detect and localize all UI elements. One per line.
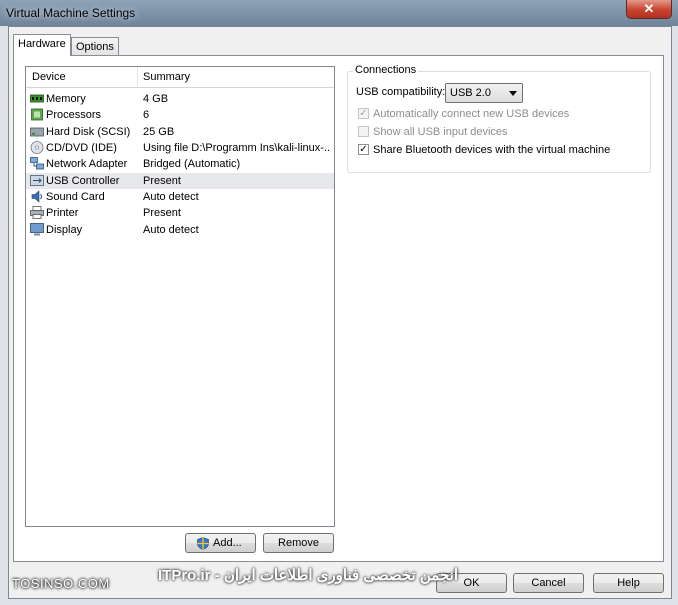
watermark-itpro: ITPro.ir - انجمن تخصصی فناوری اطلاعات ای… bbox=[158, 567, 458, 584]
usb-compatibility-value: USB 2.0 bbox=[450, 87, 491, 99]
add-device-button[interactable]: Add... bbox=[185, 533, 256, 553]
device-name: Memory bbox=[46, 93, 86, 105]
dropdown-arrow-icon bbox=[509, 91, 517, 96]
usb-compatibility-select[interactable]: USB 2.0 bbox=[445, 83, 523, 103]
network-adapter-icon bbox=[30, 157, 44, 170]
checkbox-box bbox=[358, 126, 369, 137]
shield-icon bbox=[197, 537, 209, 550]
connections-group-label: Connections bbox=[353, 64, 419, 76]
device-name: Network Adapter bbox=[46, 158, 128, 170]
device-name: USB Controller bbox=[46, 175, 120, 187]
usb-controller-icon bbox=[30, 175, 44, 186]
title-bar: Virtual Machine Settings ✕ bbox=[0, 0, 678, 26]
device-row-printer[interactable]: Printer Present bbox=[26, 205, 334, 221]
device-name: Printer bbox=[46, 207, 79, 219]
column-divider[interactable] bbox=[137, 67, 138, 87]
add-button-label: Add... bbox=[213, 537, 242, 549]
memory-icon bbox=[30, 94, 44, 103]
sound-card-icon bbox=[31, 190, 42, 203]
device-name: Sound Card bbox=[46, 191, 105, 203]
help-button[interactable]: Help bbox=[593, 573, 664, 593]
printer-icon bbox=[30, 206, 44, 219]
close-button[interactable]: ✕ bbox=[626, 0, 672, 19]
list-header: Device Summary bbox=[26, 67, 334, 88]
cd-dvd-icon bbox=[30, 141, 44, 154]
device-row-cd-dvd[interactable]: CD/DVD (IDE) Using file D:\Programm Ins\… bbox=[26, 140, 334, 156]
usb-compatibility-label: USB compatibility: bbox=[356, 86, 446, 98]
device-list[interactable]: Device Summary Memory 4 GB Processors 6 bbox=[25, 66, 335, 527]
window-title: Virtual Machine Settings bbox=[6, 6, 136, 20]
device-summary: 4 GB bbox=[143, 93, 169, 105]
device-row-usb-controller[interactable]: USB Controller Present bbox=[26, 173, 334, 189]
device-name: Processors bbox=[46, 109, 102, 121]
tab-hardware[interactable]: Hardware bbox=[13, 34, 71, 56]
hard-disk-icon bbox=[30, 127, 44, 137]
dialog-client-area: Hardware Options Device Summary Memory 4… bbox=[8, 26, 672, 599]
device-row-hard-disk[interactable]: Hard Disk (SCSI) 25 GB bbox=[26, 124, 334, 140]
remove-device-button[interactable]: Remove bbox=[263, 533, 334, 553]
checkmark-icon: ✓ bbox=[358, 144, 369, 155]
device-row-sound-card[interactable]: Sound Card Auto detect bbox=[26, 189, 334, 205]
column-header-device[interactable]: Device bbox=[32, 71, 66, 83]
display-icon bbox=[30, 223, 44, 236]
cancel-button[interactable]: Cancel bbox=[513, 573, 584, 593]
processor-icon bbox=[31, 108, 43, 121]
device-summary: Auto detect bbox=[143, 224, 199, 236]
tab-options[interactable]: Options bbox=[71, 37, 119, 56]
show-all-usb-input-checkbox[interactable] bbox=[358, 126, 370, 138]
device-row-display[interactable]: Display Auto detect bbox=[26, 222, 334, 238]
device-row-memory[interactable]: Memory 4 GB bbox=[26, 91, 334, 107]
show-all-usb-input-label: Show all USB input devices bbox=[373, 126, 508, 138]
device-row-processors[interactable]: Processors 6 bbox=[26, 107, 334, 123]
device-summary: Present bbox=[143, 207, 181, 219]
column-header-summary[interactable]: Summary bbox=[143, 71, 190, 83]
device-name: CD/DVD (IDE) bbox=[46, 142, 117, 154]
share-bluetooth-label: Share Bluetooth devices with the virtual… bbox=[373, 144, 611, 156]
device-summary: Using file D:\Programm Ins\kali-linux-..… bbox=[143, 142, 329, 154]
device-summary: Auto detect bbox=[143, 191, 199, 203]
device-name: Display bbox=[46, 224, 83, 236]
auto-connect-usb-label: Automatically connect new USB devices bbox=[373, 108, 570, 120]
device-summary: 6 bbox=[143, 109, 150, 121]
device-summary: Present bbox=[143, 175, 181, 187]
close-icon: ✕ bbox=[643, 1, 655, 16]
auto-connect-usb-checkbox[interactable]: ✓ bbox=[358, 108, 370, 120]
checkmark-icon: ✓ bbox=[358, 108, 369, 119]
device-summary: Bridged (Automatic) bbox=[143, 158, 241, 170]
hardware-tab-panel: Device Summary Memory 4 GB Processors 6 bbox=[13, 55, 664, 562]
device-name: Hard Disk (SCSI) bbox=[46, 126, 131, 138]
device-summary: 25 GB bbox=[143, 126, 175, 138]
device-row-network-adapter[interactable]: Network Adapter Bridged (Automatic) bbox=[26, 156, 334, 172]
watermark-tosinso: TOSINSO.COM bbox=[12, 576, 110, 591]
share-bluetooth-checkbox[interactable]: ✓ bbox=[358, 144, 370, 156]
